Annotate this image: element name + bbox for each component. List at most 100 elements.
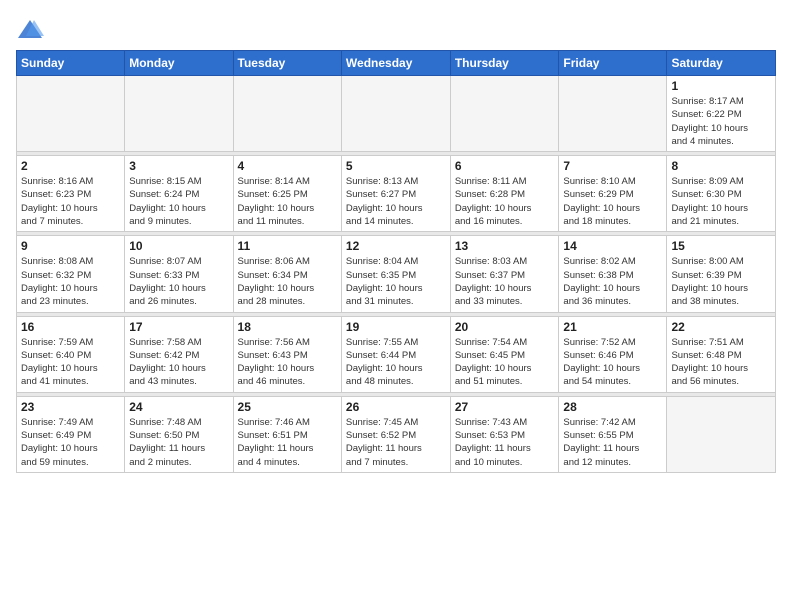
calendar-cell <box>125 76 233 152</box>
calendar-cell <box>450 76 559 152</box>
day-info: Sunrise: 7:52 AM Sunset: 6:46 PM Dayligh… <box>563 336 662 389</box>
day-number: 13 <box>455 239 555 253</box>
day-info: Sunrise: 8:03 AM Sunset: 6:37 PM Dayligh… <box>455 255 555 308</box>
calendar-cell: 28 Sunrise: 7:42 AM Sunset: 6:55 PM Dayli… <box>559 396 667 472</box>
day-number: 7 <box>563 159 662 173</box>
day-info: Sunrise: 8:00 AM Sunset: 6:39 PM Dayligh… <box>671 255 771 308</box>
calendar-cell: 23Sunrise: 7:49 AM Sunset: 6:49 PM Dayli… <box>17 396 125 472</box>
day-number: 8 <box>671 159 771 173</box>
page: SundayMondayTuesdayWednesdayThursdayFrid… <box>0 0 792 612</box>
day-info: Sunrise: 8:08 AM Sunset: 6:32 PM Dayligh… <box>21 255 120 308</box>
calendar-cell: 14Sunrise: 8:02 AM Sunset: 6:38 PM Dayli… <box>559 236 667 312</box>
day-number: 10 <box>129 239 228 253</box>
day-info: Sunrise: 8:13 AM Sunset: 6:27 PM Dayligh… <box>346 175 446 228</box>
day-info: Sunrise: 8:15 AM Sunset: 6:24 PM Dayligh… <box>129 175 228 228</box>
day-number: 4 <box>238 159 337 173</box>
calendar-cell: 24 Sunrise: 7:48 AM Sunset: 6:50 PM Dayli… <box>125 396 233 472</box>
calendar-cell: 21 Sunrise: 7:52 AM Sunset: 6:46 PM Dayli… <box>559 316 667 392</box>
day-info: Sunrise: 7:58 AM Sunset: 6:42 PM Dayligh… <box>129 336 228 389</box>
day-number: 20 <box>455 320 555 334</box>
calendar-cell <box>667 396 776 472</box>
day-info: Sunrise: 8:16 AM Sunset: 6:23 PM Dayligh… <box>21 175 120 228</box>
calendar-week-1: 1Sunrise: 8:17 AM Sunset: 6:22 PM Daylig… <box>17 76 776 152</box>
weekday-header-thursday: Thursday <box>450 51 559 76</box>
calendar-cell <box>233 76 341 152</box>
day-number: 12 <box>346 239 446 253</box>
calendar-cell: 20 Sunrise: 7:54 AM Sunset: 6:45 PM Dayli… <box>450 316 559 392</box>
calendar-week-4: 16 Sunrise: 7:59 AM Sunset: 6:40 PM Dayli… <box>17 316 776 392</box>
weekday-header-sunday: Sunday <box>17 51 125 76</box>
day-number: 22 <box>671 320 771 334</box>
day-number: 15 <box>671 239 771 253</box>
calendar-cell: 22 Sunrise: 7:51 AM Sunset: 6:48 PM Dayli… <box>667 316 776 392</box>
day-info: Sunrise: 7:54 AM Sunset: 6:45 PM Dayligh… <box>455 336 555 389</box>
day-number: 18 <box>238 320 337 334</box>
calendar-week-3: 9 Sunrise: 8:08 AM Sunset: 6:32 PM Daylig… <box>17 236 776 312</box>
calendar-cell: 4 Sunrise: 8:14 AM Sunset: 6:25 PM Daylig… <box>233 156 341 232</box>
day-number: 17 <box>129 320 228 334</box>
day-number: 16 <box>21 320 120 334</box>
day-info: Sunrise: 7:48 AM Sunset: 6:50 PM Dayligh… <box>129 416 228 469</box>
day-number: 25 <box>238 400 337 414</box>
weekday-header-friday: Friday <box>559 51 667 76</box>
day-number: 2 <box>21 159 120 173</box>
day-info: Sunrise: 7:59 AM Sunset: 6:40 PM Dayligh… <box>21 336 120 389</box>
day-info: Sunrise: 7:51 AM Sunset: 6:48 PM Dayligh… <box>671 336 771 389</box>
calendar-cell: 17 Sunrise: 7:58 AM Sunset: 6:42 PM Dayli… <box>125 316 233 392</box>
day-info: Sunrise: 7:55 AM Sunset: 6:44 PM Dayligh… <box>346 336 446 389</box>
day-info: Sunrise: 7:49 AM Sunset: 6:49 PM Dayligh… <box>21 416 120 469</box>
day-info: Sunrise: 8:06 AM Sunset: 6:34 PM Dayligh… <box>238 255 337 308</box>
calendar-week-2: 2 Sunrise: 8:16 AM Sunset: 6:23 PM Daylig… <box>17 156 776 232</box>
day-number: 28 <box>563 400 662 414</box>
weekday-header-monday: Monday <box>125 51 233 76</box>
calendar-cell <box>559 76 667 152</box>
weekday-header-tuesday: Tuesday <box>233 51 341 76</box>
day-info: Sunrise: 8:10 AM Sunset: 6:29 PM Dayligh… <box>563 175 662 228</box>
calendar-cell: 12 Sunrise: 8:04 AM Sunset: 6:35 PM Dayli… <box>341 236 450 312</box>
calendar-cell: 1Sunrise: 8:17 AM Sunset: 6:22 PM Daylig… <box>667 76 776 152</box>
day-number: 24 <box>129 400 228 414</box>
calendar-cell: 27 Sunrise: 7:43 AM Sunset: 6:53 PM Dayli… <box>450 396 559 472</box>
calendar-cell: 2 Sunrise: 8:16 AM Sunset: 6:23 PM Daylig… <box>17 156 125 232</box>
day-info: Sunrise: 7:42 AM Sunset: 6:55 PM Dayligh… <box>563 416 662 469</box>
day-number: 11 <box>238 239 337 253</box>
day-info: Sunrise: 8:17 AM Sunset: 6:22 PM Dayligh… <box>671 95 771 148</box>
calendar-cell: 19 Sunrise: 7:55 AM Sunset: 6:44 PM Dayli… <box>341 316 450 392</box>
day-number: 3 <box>129 159 228 173</box>
day-number: 14 <box>563 239 662 253</box>
weekday-header-wednesday: Wednesday <box>341 51 450 76</box>
calendar-cell: 11 Sunrise: 8:06 AM Sunset: 6:34 PM Dayli… <box>233 236 341 312</box>
calendar-cell: 9 Sunrise: 8:08 AM Sunset: 6:32 PM Daylig… <box>17 236 125 312</box>
day-info: Sunrise: 8:14 AM Sunset: 6:25 PM Dayligh… <box>238 175 337 228</box>
calendar-cell: 6Sunrise: 8:11 AM Sunset: 6:28 PM Daylig… <box>450 156 559 232</box>
calendar-cell: 16 Sunrise: 7:59 AM Sunset: 6:40 PM Dayli… <box>17 316 125 392</box>
day-info: Sunrise: 8:04 AM Sunset: 6:35 PM Dayligh… <box>346 255 446 308</box>
calendar-cell: 5 Sunrise: 8:13 AM Sunset: 6:27 PM Daylig… <box>341 156 450 232</box>
calendar-cell: 7 Sunrise: 8:10 AM Sunset: 6:29 PM Daylig… <box>559 156 667 232</box>
day-number: 5 <box>346 159 446 173</box>
calendar-cell: 25 Sunrise: 7:46 AM Sunset: 6:51 PM Dayli… <box>233 396 341 472</box>
day-number: 21 <box>563 320 662 334</box>
weekday-header-row: SundayMondayTuesdayWednesdayThursdayFrid… <box>17 51 776 76</box>
calendar-cell: 26 Sunrise: 7:45 AM Sunset: 6:52 PM Dayli… <box>341 396 450 472</box>
header <box>16 10 776 44</box>
day-info: Sunrise: 7:46 AM Sunset: 6:51 PM Dayligh… <box>238 416 337 469</box>
calendar-table: SundayMondayTuesdayWednesdayThursdayFrid… <box>16 50 776 473</box>
calendar-cell: 13 Sunrise: 8:03 AM Sunset: 6:37 PM Dayli… <box>450 236 559 312</box>
weekday-header-saturday: Saturday <box>667 51 776 76</box>
day-number: 26 <box>346 400 446 414</box>
day-info: Sunrise: 7:56 AM Sunset: 6:43 PM Dayligh… <box>238 336 337 389</box>
calendar-week-5: 23Sunrise: 7:49 AM Sunset: 6:49 PM Dayli… <box>17 396 776 472</box>
day-info: Sunrise: 8:07 AM Sunset: 6:33 PM Dayligh… <box>129 255 228 308</box>
logo <box>16 16 48 44</box>
calendar-cell: 15 Sunrise: 8:00 AM Sunset: 6:39 PM Dayli… <box>667 236 776 312</box>
day-number: 19 <box>346 320 446 334</box>
calendar-cell: 8Sunrise: 8:09 AM Sunset: 6:30 PM Daylig… <box>667 156 776 232</box>
day-number: 27 <box>455 400 555 414</box>
calendar-cell <box>341 76 450 152</box>
calendar-cell <box>17 76 125 152</box>
day-info: Sunrise: 8:11 AM Sunset: 6:28 PM Dayligh… <box>455 175 555 228</box>
day-number: 9 <box>21 239 120 253</box>
day-info: Sunrise: 7:45 AM Sunset: 6:52 PM Dayligh… <box>346 416 446 469</box>
day-info: Sunrise: 7:43 AM Sunset: 6:53 PM Dayligh… <box>455 416 555 469</box>
